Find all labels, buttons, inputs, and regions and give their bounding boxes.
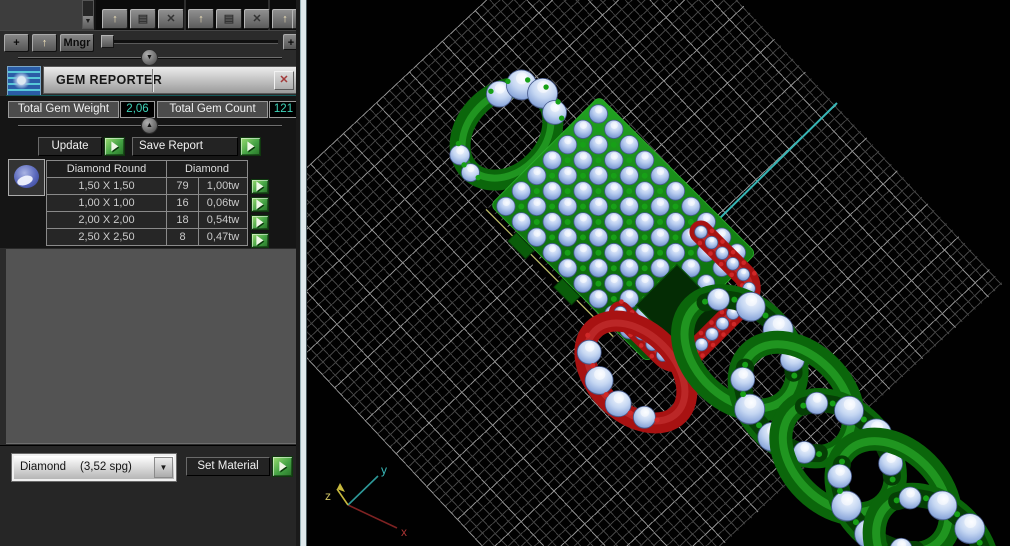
row-weight: 1,00tw — [199, 178, 247, 194]
gem-reporter-header[interactable]: GEM REPORTER ✕ — [6, 66, 298, 96]
dropdown-arrow-icon[interactable]: ▼ — [154, 457, 173, 478]
row-count: 8 — [167, 229, 198, 245]
row-count: 18 — [167, 212, 198, 228]
row-size: 2,00 X 2,00 — [47, 212, 166, 228]
jewelry-model[interactable] — [386, 36, 1010, 546]
save-icon: ▤ — [137, 13, 149, 25]
delete-icon: ✕ — [166, 13, 176, 25]
history-slider-handle[interactable] — [101, 35, 114, 48]
delete-button[interactable]: ✕ — [244, 9, 270, 29]
set-material-run-icon[interactable] — [272, 456, 293, 477]
delete-button[interactable]: ✕ — [158, 9, 184, 29]
panel-scrollbar[interactable]: ▼ — [82, 0, 94, 29]
select-row-gems-icon[interactable] — [251, 179, 269, 194]
panel-title: GEM REPORTER — [56, 73, 163, 87]
close-icon[interactable]: ✕ — [274, 71, 294, 90]
x-axis-label: x — [401, 525, 407, 539]
promote-button[interactable]: ↑ — [102, 9, 128, 29]
collapse-down-icon[interactable]: ▼ — [141, 49, 158, 66]
row-weight: 0,54tw — [199, 212, 247, 228]
gem-reporter-icon — [7, 66, 41, 96]
update-run-icon[interactable] — [104, 137, 125, 156]
history-slider-track[interactable] — [102, 40, 278, 44]
promote-button[interactable]: ↑ — [188, 9, 214, 29]
panel-splitter[interactable]: ▼ — [0, 49, 300, 66]
save-report-button[interactable]: Save Report — [132, 137, 238, 156]
gem-thumbnail[interactable] — [8, 159, 45, 196]
delete-icon: ✕ — [252, 13, 262, 25]
y-axis-label: y — [381, 463, 387, 477]
save-button[interactable]: ▤ — [130, 9, 156, 29]
construction-line — [717, 102, 838, 221]
save-report-run-icon[interactable] — [240, 137, 261, 156]
row-weight: 0,47tw — [199, 229, 247, 245]
material-dropdown[interactable]: Diamond (3,52 spg) ▼ — [11, 453, 177, 482]
cplane-axis-icon: x y z — [325, 463, 407, 539]
side-panel: ▼ ↑ ▤ ✕ ↑ ▤ ✕ ↑ ▤ + ↑ Mngr + — [0, 0, 300, 546]
total-gem-count-label: Total Gem Count — [157, 101, 268, 118]
panel-filler — [6, 248, 297, 444]
material-density: (3,52 spg) — [80, 461, 132, 473]
toolbar-corner-block: ▼ — [0, 0, 96, 30]
app-window: ▼ ↑ ▤ ✕ ↑ ▤ ✕ ↑ ▤ + ↑ Mngr + — [0, 0, 1010, 546]
up-arrow-icon: ↑ — [198, 13, 204, 25]
up-button[interactable]: ↑ — [32, 34, 57, 52]
select-row-gems-icon[interactable] — [251, 233, 269, 248]
scrollbar-down-icon[interactable]: ▼ — [83, 16, 93, 28]
up-arrow-icon: ↑ — [282, 13, 288, 25]
save-button[interactable]: ▤ — [216, 9, 242, 29]
gem-table: Diamond Round Diamond 1,50 X 1,50 79 1,0… — [46, 160, 248, 246]
z-axis-label: z — [325, 489, 331, 503]
up-arrow-icon: ↑ — [112, 13, 118, 25]
material-name: Diamond — [20, 461, 67, 473]
row-size: 1,50 X 1,50 — [47, 178, 166, 194]
col-header-diamond: Diamond — [167, 161, 247, 177]
set-material-button[interactable]: Set Material — [186, 457, 270, 476]
row-count: 79 — [167, 178, 198, 194]
material-section: Diamond (3,52 spg) ▼ Set Material — [0, 445, 300, 546]
row-weight: 0,06tw — [199, 195, 247, 211]
update-button[interactable]: Update — [38, 137, 102, 156]
section-splitter[interactable]: ▲ — [0, 117, 300, 134]
collapse-up-icon[interactable]: ▲ — [141, 117, 158, 134]
total-gem-count-value: 121 — [269, 101, 298, 118]
row-size: 1,00 X 1,00 — [47, 195, 166, 211]
viewport-scene: x y z — [325, 36, 1010, 546]
add-button[interactable]: + — [4, 34, 29, 52]
mngr-button[interactable]: Mngr — [60, 34, 94, 52]
row-count: 16 — [167, 195, 198, 211]
toolbar-button-strip: ↑ ▤ ✕ ↑ ▤ ✕ ↑ ▤ — [96, 0, 300, 30]
toolbar-separator — [184, 0, 186, 30]
3d-viewport[interactable]: x y z — [307, 0, 1010, 546]
total-gem-weight-value: 2,06 — [120, 101, 155, 118]
select-row-gems-icon[interactable] — [251, 197, 269, 212]
col-header-size: Diamond Round — [47, 161, 166, 177]
pave-plate — [481, 98, 755, 361]
row-size: 2,50 X 2,50 — [47, 229, 166, 245]
titlebar-divider — [152, 69, 153, 92]
save-icon: ▤ — [223, 13, 235, 25]
total-gem-weight-label: Total Gem Weight — [8, 101, 119, 118]
select-row-gems-icon[interactable] — [251, 215, 269, 230]
gem-reporter-titlebar: GEM REPORTER ✕ — [43, 66, 298, 94]
panel-viewport-divider[interactable] — [300, 0, 307, 546]
